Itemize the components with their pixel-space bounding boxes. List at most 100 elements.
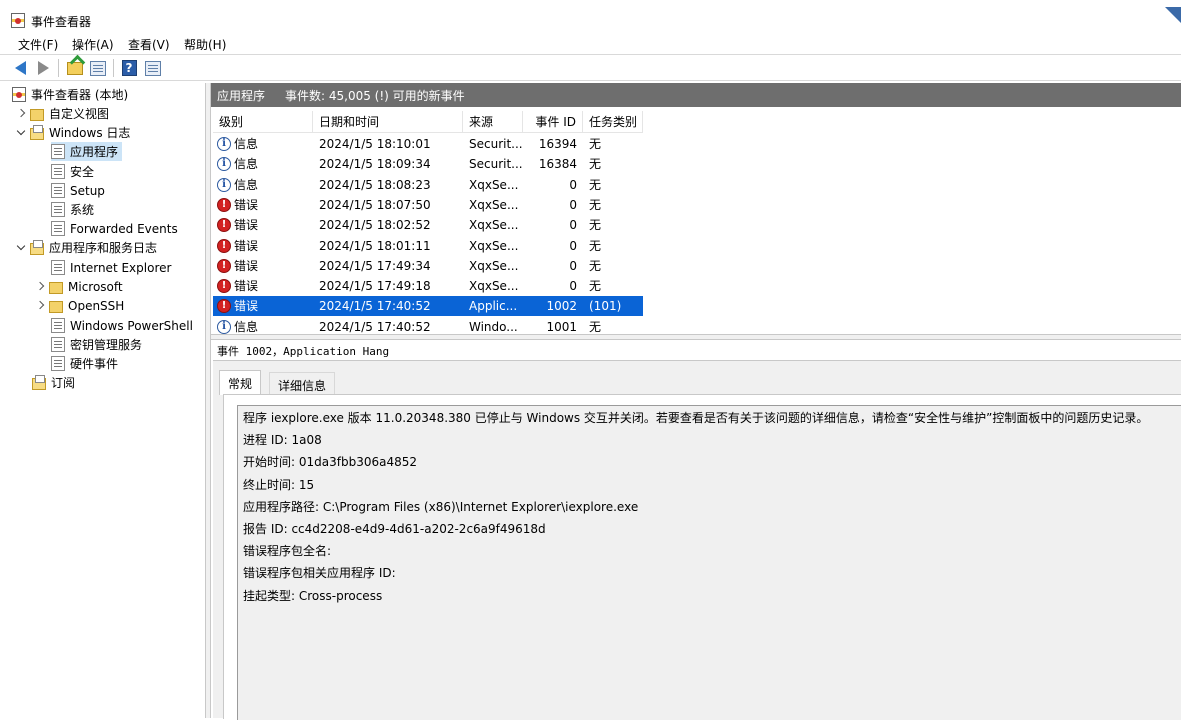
up-folder-button[interactable] [65,58,85,78]
collapse-icon[interactable] [16,243,26,253]
tree-label: Internet Explorer [70,260,172,275]
tree-label: 应用程序和服务日志 [49,241,158,255]
tab-details[interactable]: 详细信息 [269,372,336,394]
table-row[interactable]: ! 错误 2024/1/5 18:02:52 XqxSe... 0 无 [213,215,643,235]
table-row[interactable]: ! 错误 2024/1/5 18:01:11 XqxSe... 0 无 [213,236,643,256]
expand-icon[interactable] [16,109,26,119]
corner-decoration [1165,7,1181,23]
tree-item-internet-explorer[interactable]: Internet Explorer [51,258,171,277]
cell-date: 2024/1/5 18:10:01 [319,137,431,151]
level-text: 信息 [234,157,259,172]
cell-date: 2024/1/5 18:08:23 [319,177,431,192]
cell-event-id: 0 [569,177,577,192]
collapse-icon[interactable] [16,128,26,138]
table-row[interactable]: i 信息 2024/1/5 18:08:23 XqxSe... 0 无 [213,175,643,195]
menu-help[interactable]: 帮助(H) [184,36,226,53]
event-description[interactable]: 程序 iexplore.exe 版本 11.0.20348.380 已停止与 W… [237,405,1181,720]
table-row[interactable]: i 信息 2024/1/5 18:10:01 Securit... 16394 无 [213,134,643,154]
table-row[interactable]: ! 错误 2024/1/5 18:07:50 XqxSe... 0 无 [213,195,643,215]
description-line: 挂起类型: Cross-process [243,589,383,603]
tree-item-app-service-logs[interactable]: 应用程序和服务日志 [16,238,157,257]
forward-icon [37,61,49,75]
cell-level: ! 错误 [213,296,313,316]
menu-file[interactable]: 文件(F) [18,36,58,53]
tree-item-powershell[interactable]: Windows PowerShell [51,316,193,335]
tree-item-setup[interactable]: Setup [51,181,105,200]
table-row[interactable]: i 信息 2024/1/5 17:40:52 Windo... 1001 无 [213,317,643,335]
tree-item-key-management[interactable]: 密钥管理服务 [51,335,142,354]
cell-date: 2024/1/5 18:09:34 [319,157,431,172]
help-button[interactable]: ? [119,58,139,78]
level-text: 错误 [234,258,259,273]
cell-task: 无 [589,258,602,273]
tree-root[interactable]: 事件查看器 (本地) [12,85,128,104]
cell-event-id: 0 [569,218,577,233]
description-line: 错误程序包全名: [243,544,332,558]
cell-source: Securit... [469,137,523,151]
table-row[interactable]: ! 错误 2024/1/5 17:49:34 XqxSe... 0 无 [213,256,643,276]
level-text: 错误 [234,279,259,294]
cell-level: i 信息 [213,154,313,174]
pane-splitter[interactable] [206,83,211,718]
tree-item-hardware-events[interactable]: 硬件事件 [51,354,118,373]
folder-icon [30,108,44,121]
log-title: 应用程序 [217,88,266,103]
column-level[interactable]: 级别 [213,111,313,133]
menu-view[interactable]: 查看(V) [128,36,170,53]
menu-action[interactable]: 操作(A) [72,36,114,53]
log-icon [51,202,65,217]
tree-item-forwarded-events[interactable]: Forwarded Events [51,219,178,238]
cell-source: XqxSe... [469,197,519,212]
properties-icon [145,60,161,76]
detail-splitter[interactable] [211,334,1181,340]
folder-icon [49,300,63,313]
description-line: 错误程序包相关应用程序 ID: [243,566,396,580]
expand-icon[interactable] [35,282,45,292]
cell-event-id: 1001 [546,319,577,334]
tree-item-application[interactable]: 应用程序 [51,142,123,161]
tree-label: OpenSSH [68,298,125,313]
tree-item-system[interactable]: 系统 [51,200,94,219]
forward-button[interactable] [33,58,53,78]
column-task[interactable]: 任务类别 [583,111,643,133]
log-icon [51,356,65,371]
log-icon [51,337,65,352]
expand-icon[interactable] [35,301,45,311]
tree-item-custom-views[interactable]: 自定义视图 [16,104,109,123]
table-row[interactable]: i 信息 2024/1/5 18:09:34 Securit... 16384 无 [213,154,643,174]
title-bar: 事件查看器 [0,0,1181,34]
tree-label: 订阅 [51,376,76,390]
cell-level: ! 错误 [213,215,313,235]
cell-task: 无 [589,197,602,212]
column-event-id[interactable]: 事件 ID [523,111,583,133]
detail-title: 事件 1002，Application Hang [217,345,390,358]
error-icon: ! [217,197,231,212]
column-source[interactable]: 来源 [463,111,523,133]
tree-item-openssh[interactable]: OpenSSH [35,296,124,315]
cell-level: i 信息 [213,317,313,335]
table-row[interactable]: ! 错误 2024/1/5 17:40:52 Applic... 1002 (101) [213,296,643,317]
tree-item-subscriptions[interactable]: 订阅 [32,373,75,392]
description-line: 报告 ID: cc4d2208-e4d9-4d61-a202-2c6a9f496… [243,522,546,536]
cell-level: i 信息 [213,134,313,154]
tree-item-microsoft[interactable]: Microsoft [35,277,123,296]
column-date[interactable]: 日期和时间 [313,111,463,133]
cell-level: ! 错误 [213,236,313,256]
properties-button[interactable] [143,58,163,78]
cell-date: 2024/1/5 17:40:52 [319,319,431,334]
show-hide-tree-button[interactable] [88,58,108,78]
toolbar-separator [113,59,114,77]
subscriptions-icon [32,374,46,390]
show-hide-tree-icon [90,60,106,76]
table-row[interactable]: ! 错误 2024/1/5 17:49:18 XqxSe... 0 无 [213,276,643,296]
tree-item-windows-logs[interactable]: Windows 日志 [16,123,130,142]
grid-header: 级别 日期和时间 来源 事件 ID 任务类别 [213,111,643,133]
cell-date: 2024/1/5 18:01:11 [319,238,431,253]
tree-label: 事件查看器 (本地) [31,88,129,102]
tree-label: Setup [70,183,105,198]
cell-source: Windo... [469,319,518,334]
tab-general[interactable]: 常规 [219,370,262,395]
back-button[interactable] [10,58,30,78]
cell-event-id: 1002 [546,299,577,314]
tree-item-security[interactable]: 安全 [51,162,94,181]
